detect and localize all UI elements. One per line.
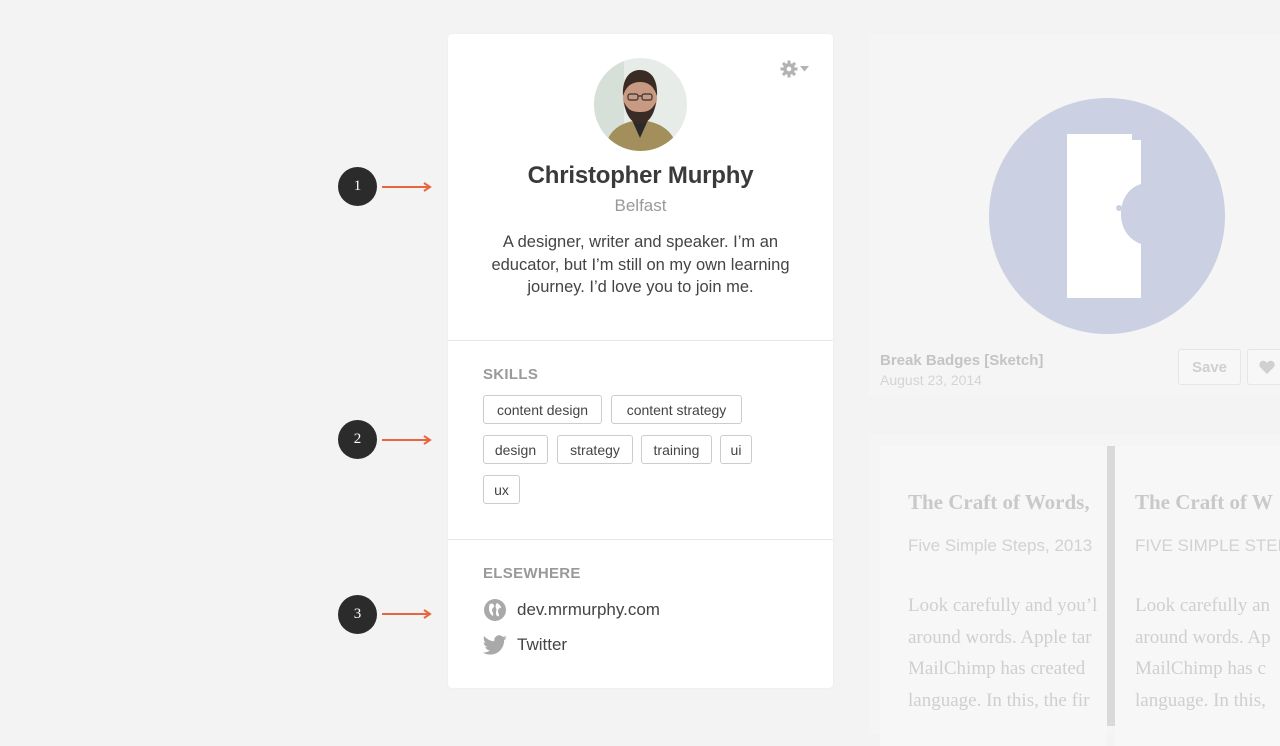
divider — [448, 539, 833, 540]
avatar[interactable] — [594, 58, 687, 151]
skill-tag[interactable]: content design — [483, 395, 602, 424]
skill-tag[interactable]: training — [641, 435, 712, 464]
chevron-down-icon — [800, 66, 809, 72]
skill-tag[interactable]: ui — [720, 435, 752, 464]
arrow-icon — [382, 182, 432, 192]
book-subtitle: Five Simple Steps, 2013 — [908, 536, 1093, 555]
divider — [448, 340, 833, 341]
arrow-icon — [382, 609, 432, 619]
book-page-left[interactable]: The Craft of Words, Five Simple Steps, 2… — [880, 446, 1107, 746]
elsewhere-heading: ELSEWHERE — [483, 565, 581, 582]
badge-image — [989, 98, 1225, 334]
skill-tag[interactable]: design — [483, 435, 548, 464]
book-title: The Craft of W — [1135, 490, 1273, 514]
twitter-icon — [483, 635, 507, 655]
arrow-icon — [382, 435, 432, 445]
profile-location: Belfast — [614, 196, 667, 215]
profile-name: Christopher Murphy — [527, 162, 754, 189]
shot-title[interactable]: Break Badges [Sketch] — [880, 352, 1043, 369]
skill-tag[interactable]: strategy — [557, 435, 633, 464]
like-button[interactable] — [1247, 349, 1280, 385]
settings-dropdown[interactable] — [780, 60, 809, 78]
book-spine — [1107, 446, 1115, 726]
book-excerpt: Look carefully an around words. Ap MailC… — [1135, 595, 1271, 711]
shot-date: August 23, 2014 — [880, 372, 982, 388]
profile-bio: A designer, writer and speaker. I’m an e… — [491, 233, 790, 296]
globe-icon — [484, 599, 506, 621]
save-button[interactable]: Save — [1178, 349, 1241, 385]
profile-card: Christopher Murphy Belfast A designer, w… — [448, 34, 833, 688]
heart-icon — [1259, 360, 1275, 374]
twitter-link[interactable]: Twitter — [483, 634, 567, 656]
book-excerpt: Look carefully and you’l around words. A… — [908, 595, 1098, 711]
annotation-marker-1: 1 — [338, 167, 377, 206]
twitter-link-label: Twitter — [517, 635, 568, 654]
book-page-right[interactable]: The Craft of W FIVE SIMPLE STEPS, Look c… — [1115, 446, 1280, 746]
annotation-marker-3: 3 — [338, 595, 377, 634]
skills-heading: SKILLS — [483, 366, 539, 383]
skill-tag[interactable]: ux — [483, 475, 520, 504]
gear-icon — [780, 60, 798, 78]
book-subtitle: FIVE SIMPLE STEPS, — [1135, 536, 1280, 555]
website-link[interactable]: dev.mrmurphy.com — [483, 598, 660, 622]
skill-tag[interactable]: content strategy — [611, 395, 742, 424]
book-title: The Craft of Words, — [908, 490, 1090, 514]
website-link-label: dev.mrmurphy.com — [517, 600, 660, 619]
annotation-marker-2: 2 — [338, 420, 377, 459]
